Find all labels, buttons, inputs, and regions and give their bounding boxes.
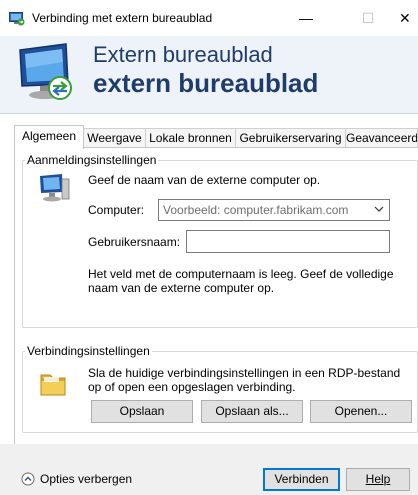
banner-title: Extern bureaublad <box>93 42 273 67</box>
remote-desktop-monitor-icon <box>19 43 72 100</box>
tab-gebruikerservaring[interactable]: Gebruikerservaring <box>235 128 346 148</box>
save-button[interactable]: Opslaan <box>91 400 193 423</box>
options-toggle-link[interactable]: Opties verbergen <box>40 472 132 486</box>
chevron-up-circle-icon[interactable] <box>21 472 35 486</box>
tab-weergave[interactable]: Weergave <box>83 128 146 148</box>
connect-button[interactable]: Verbinden <box>263 468 340 491</box>
logon-hint-text: Het veld met de computernaam is leeg. Ge… <box>88 267 394 295</box>
banner: Extern bureaublad extern bureaublad <box>0 36 418 114</box>
connection-description: Sla de huidige verbindingsinstellingen i… <box>88 366 401 394</box>
banner-subtitle: extern bureaublad <box>93 68 319 98</box>
computer-placeholder: Voorbeeld: computer.fabrikam.com <box>163 203 349 217</box>
connection-settings-legend: Verbindingsinstellingen <box>25 344 152 358</box>
maximize-button[interactable]: ☐ <box>345 0 391 36</box>
username-label: Gebruikersnaam: <box>88 235 181 249</box>
remote-desktop-app-icon <box>9 12 25 26</box>
computer-label: Computer: <box>88 203 145 217</box>
title-bar: Verbinding met extern bureaublad — ☐ ✕ <box>0 0 418 36</box>
help-button[interactable]: Help <box>346 468 410 491</box>
tab-geavanceerd[interactable]: Geavanceerd <box>345 128 418 148</box>
computer-combobox[interactable]: Voorbeeld: computer.fabrikam.com <box>158 199 390 221</box>
open-button[interactable]: Openen... <box>310 400 412 423</box>
folder-icon <box>40 374 66 396</box>
minimize-button[interactable]: — <box>283 0 329 36</box>
logon-settings-legend: Aanmeldingsinstellingen <box>25 153 159 167</box>
window-title: Verbinding met extern bureaublad <box>32 11 213 25</box>
computer-icon <box>40 174 70 202</box>
tab-lokale-bronnen[interactable]: Lokale bronnen <box>145 128 236 148</box>
chevron-down-icon[interactable] <box>373 203 385 215</box>
tab-strip: Algemeen Weergave Lokale bronnen Gebruik… <box>14 125 418 149</box>
save-as-button[interactable]: Opslaan als... <box>201 400 303 423</box>
logon-intro-text: Geef de naam van de externe computer op. <box>88 173 321 187</box>
footer-bar: Opties verbergen Verbinden Help <box>0 444 418 495</box>
username-input[interactable] <box>186 230 390 253</box>
tab-algemeen[interactable]: Algemeen <box>14 125 84 149</box>
close-button[interactable]: ✕ <box>399 0 418 36</box>
